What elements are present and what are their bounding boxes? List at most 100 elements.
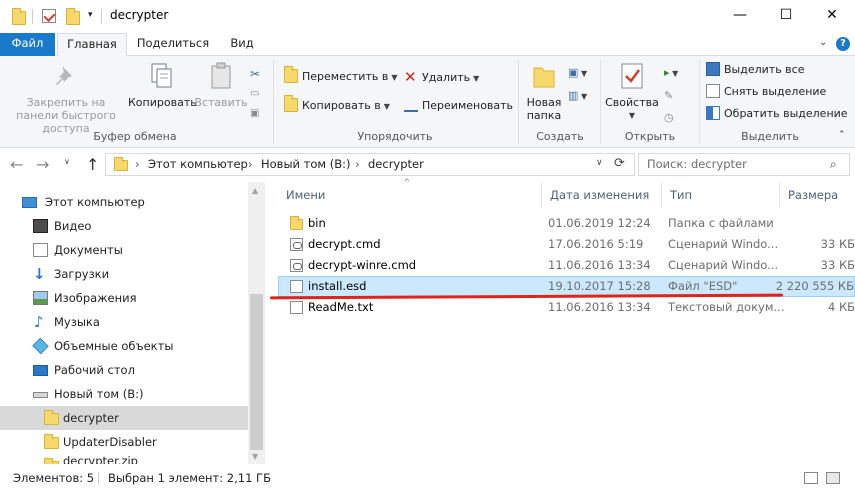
copy-to-icon	[284, 95, 298, 112]
copy-to-button[interactable]: Копировать в ▼	[284, 95, 390, 116]
select-none-button[interactable]: Снять выделение	[706, 82, 826, 102]
close-button[interactable]: ✕	[809, 0, 855, 32]
breadcrumb-item[interactable]: Этот компьютер	[148, 157, 248, 171]
tab-view[interactable]: Вид	[220, 33, 264, 56]
file-name: bin	[308, 216, 326, 230]
new-folder-button[interactable]: Новая папка	[522, 60, 566, 122]
address-bar[interactable]: › Этот компьютер › Новый том (B:) › decr…	[105, 153, 635, 176]
nav-item-documents[interactable]: Документы	[0, 238, 248, 262]
file-icon	[290, 280, 303, 293]
nav-item-music[interactable]: ♪ Музыка	[0, 310, 248, 334]
tab-share[interactable]: Поделиться	[133, 33, 213, 56]
nav-item-label: UpdaterDisabler	[63, 435, 157, 449]
history-icon[interactable]: ◷	[664, 107, 678, 129]
tab-home[interactable]: Главная	[57, 33, 127, 57]
properties-quick-icon[interactable]	[42, 9, 56, 23]
delete-x-icon: ✕	[404, 68, 417, 86]
breadcrumb-item[interactable]: Новый том (B:)	[261, 157, 350, 171]
nav-item-label: Изображения	[54, 291, 137, 305]
nav-item-3d-objects[interactable]: Объемные объекты	[0, 334, 248, 358]
nav-item-decrypter[interactable]: decrypter	[0, 406, 248, 430]
file-date: 19.10.2017 15:28	[548, 279, 651, 293]
drive-icon	[33, 392, 48, 398]
minimize-button[interactable]: —	[717, 0, 763, 32]
search-input[interactable]: Поиск: decrypter	[638, 153, 850, 176]
collapse-ribbon-icon[interactable]: ⌃	[838, 130, 846, 140]
desktop-icon	[33, 365, 48, 376]
nav-item-updaterdisabler[interactable]: UpdaterDisabler	[0, 430, 248, 454]
recent-locations-icon[interactable]: ∨	[64, 157, 70, 166]
group-label-select: Выделить	[741, 130, 799, 143]
invert-selection-button[interactable]: Обратить выделение	[706, 104, 848, 124]
nav-item-this-pc[interactable]: Этот компьютер	[0, 190, 248, 214]
up-arrow-icon[interactable]: ↑	[86, 155, 99, 174]
table-row[interactable]: decrypt-winre.cmd 11.06.2016 13:34 Сцена…	[278, 255, 855, 276]
select-none-label: Снять выделение	[724, 85, 827, 98]
move-to-button[interactable]: Переместить в ▼	[284, 66, 398, 87]
file-name: decrypt-winre.cmd	[308, 258, 417, 272]
scroll-down-icon[interactable]: ▼	[252, 452, 258, 461]
nav-item-label: Документы	[54, 243, 123, 257]
new-folder-label: Новая папка	[526, 96, 562, 122]
paste-button[interactable]: Вставить	[194, 60, 248, 109]
table-row[interactable]: bin 01.06.2019 12:24 Папка с файлами	[278, 213, 855, 234]
new-folder-quick-icon[interactable]	[66, 8, 80, 25]
tab-file[interactable]: Файл	[0, 33, 55, 56]
refresh-icon[interactable]: ⟳	[614, 156, 625, 171]
easy-access-icon[interactable]: ▥ ▼	[568, 85, 587, 108]
group-label-organize: Упорядочить	[357, 130, 433, 143]
new-folder-icon	[528, 60, 560, 92]
properties-button[interactable]: Свойства ▼	[604, 60, 660, 122]
music-icon: ♪	[34, 313, 44, 331]
nav-item-drive-b[interactable]: Новый том (B:)	[0, 382, 248, 406]
scroll-up-icon[interactable]: ▲	[252, 186, 258, 195]
move-to-icon	[284, 66, 298, 83]
column-header-date[interactable]: Дата изменения	[542, 182, 662, 208]
breadcrumb-item[interactable]: decrypter	[368, 157, 424, 171]
edit-icon[interactable]: ✎	[664, 85, 678, 107]
address-dropdown-icon[interactable]: ∨	[596, 158, 603, 168]
table-row[interactable]: ReadMe.txt 11.06.2016 13:34 Текстовый до…	[278, 297, 855, 318]
copy-path-icon[interactable]: ▭	[250, 84, 264, 104]
details-view-icon[interactable]	[804, 472, 818, 484]
quick-access-dropdown-icon[interactable]: ▾	[88, 10, 93, 20]
divider	[32, 9, 33, 24]
scrollbar-thumb[interactable]	[250, 294, 263, 450]
new-item-icon[interactable]: ▣ ▼	[568, 62, 587, 85]
nav-item-pictures[interactable]: Изображения	[0, 286, 248, 310]
column-header-size[interactable]: Размера	[780, 182, 855, 208]
paste-shortcut-icon[interactable]: ▣	[250, 104, 264, 124]
rename-button[interactable]: Переименовать	[404, 96, 513, 116]
open-icon[interactable]: ▸ ▼	[664, 62, 678, 85]
chevron-down-icon[interactable]: ⌄	[819, 37, 827, 48]
copy-to-label: Копировать в	[302, 99, 381, 112]
delete-button[interactable]: ✕ Удалить ▼	[404, 67, 479, 87]
select-all-button[interactable]: Выделить все	[706, 60, 804, 80]
ribbon: Закрепить на панели быстрого доступа Коп…	[0, 56, 855, 148]
help-icon[interactable]: ?	[836, 37, 850, 51]
nav-item-desktop[interactable]: Рабочий стол	[0, 358, 248, 382]
file-name: ReadMe.txt	[308, 300, 374, 314]
maximize-button[interactable]: ☐	[763, 0, 809, 32]
nav-item-video[interactable]: Видео	[0, 214, 248, 238]
clipboard-icon	[205, 60, 237, 92]
cmd-icon	[290, 259, 303, 272]
copy-icon	[144, 60, 176, 92]
file-date: 11.06.2016 13:34	[548, 258, 651, 272]
column-header-type[interactable]: Тип	[662, 182, 780, 208]
table-row[interactable]: decrypt.cmd 17.06.2016 5:19 Сценарий Win…	[278, 234, 855, 255]
cut-icon[interactable]: ✂	[250, 64, 264, 84]
column-header-name[interactable]: Имени	[278, 182, 542, 208]
large-icons-view-icon[interactable]	[826, 472, 840, 484]
pin-quick-access-button[interactable]: Закрепить на панели быстрого доступа	[4, 60, 128, 135]
divider	[600, 60, 601, 144]
copy-button[interactable]: Копировать	[128, 60, 197, 109]
back-arrow-icon[interactable]: ←	[10, 155, 23, 174]
navigation-scrollbar[interactable]: ▲ ▼	[248, 182, 265, 464]
downloads-icon: ↓	[33, 265, 46, 283]
nav-item-decrypter-zip[interactable]: decrypter.zip	[0, 454, 248, 464]
pin-icon	[50, 60, 82, 92]
nav-item-downloads[interactable]: ↓ Загрузки	[0, 262, 248, 286]
file-type: Сценарий Windo...	[668, 258, 779, 272]
forward-arrow-icon[interactable]: →	[36, 155, 49, 174]
